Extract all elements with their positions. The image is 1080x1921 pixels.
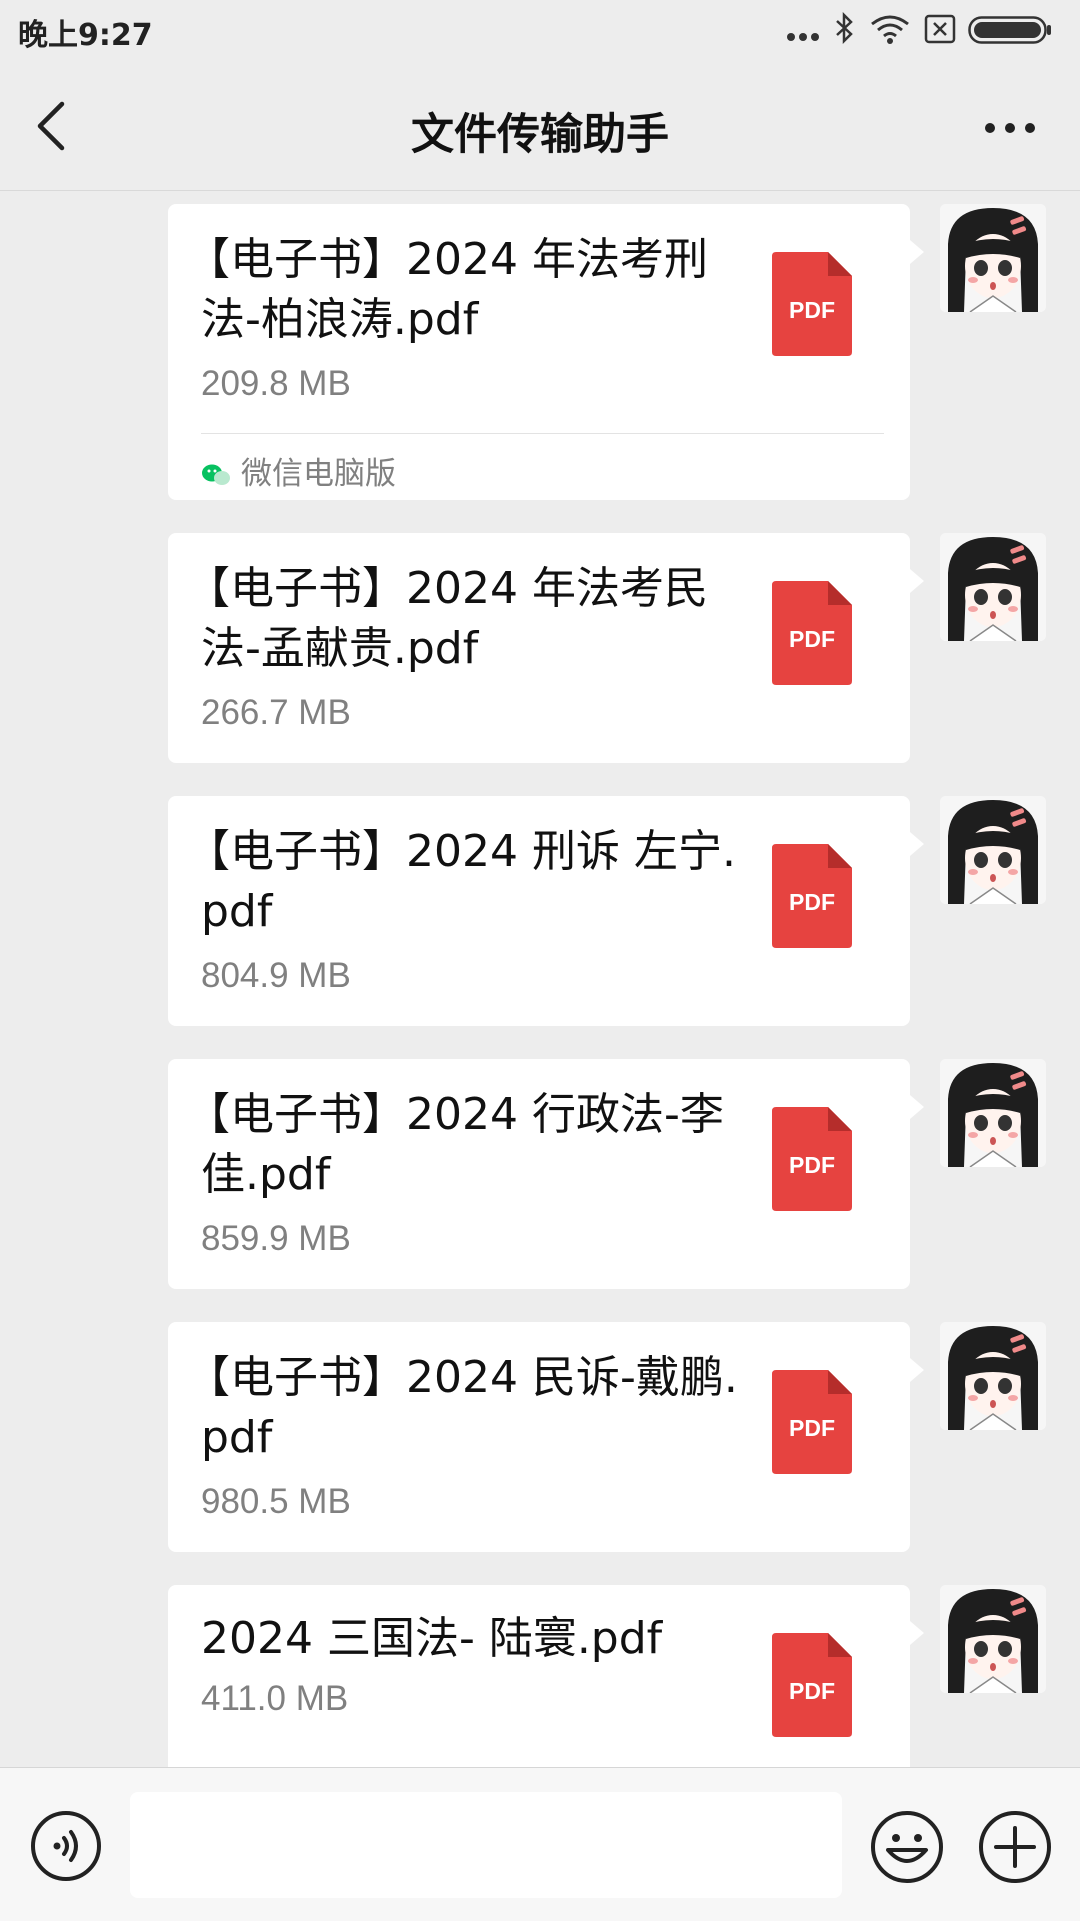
more-button[interactable] xyxy=(980,118,1040,138)
avatar[interactable] xyxy=(940,1585,1046,1693)
wifi-icon xyxy=(871,15,909,44)
file-name: 【电子书】2024 刑诉 左宁. pdf xyxy=(186,822,746,942)
avatar-girl-icon xyxy=(940,204,1046,312)
file-size: 209.8 MB xyxy=(201,364,351,403)
voice-button[interactable] xyxy=(30,1810,102,1882)
avatar-girl-icon xyxy=(940,533,1046,641)
svg-text:PDF: PDF xyxy=(789,297,835,323)
file-name-line: pdf xyxy=(201,1412,273,1463)
avatar[interactable] xyxy=(940,796,1046,904)
file-size: 980.5 MB xyxy=(201,1482,351,1521)
file-name-line: 法-孟献贵.pdf xyxy=(201,623,479,674)
svg-text:PDF: PDF xyxy=(789,889,835,915)
file-name-line: pdf xyxy=(201,886,273,937)
avatar-girl-icon xyxy=(940,1322,1046,1430)
svg-text:PDF: PDF xyxy=(789,1415,835,1441)
no-sim-icon xyxy=(924,14,956,44)
avatar-girl-icon xyxy=(940,1585,1046,1693)
title-bar: 文件传输助手 xyxy=(0,62,1080,191)
status-icons xyxy=(786,12,1066,48)
svg-text:PDF: PDF xyxy=(789,1678,835,1704)
file-message-bubble[interactable]: 2024 三国法- 陆寰.pdf 411.0 MB PDF xyxy=(168,1585,924,1767)
file-name: 【电子书】2024 年法考民 法-孟献贵.pdf xyxy=(186,559,746,679)
file-name: 【电子书】2024 民诉-戴鹏. pdf xyxy=(186,1348,746,1468)
more-dots-icon xyxy=(985,123,1035,133)
battery-icon xyxy=(968,16,1051,44)
plus-icon xyxy=(979,1811,1051,1883)
page-title: 文件传输助手 xyxy=(411,110,669,160)
more-functions-button[interactable] xyxy=(978,1810,1052,1884)
status-time: 晚上9:27 xyxy=(18,18,153,53)
avatar-girl-icon xyxy=(940,796,1046,904)
pdf-file-icon: PDF xyxy=(772,1107,852,1211)
voice-icon xyxy=(31,1811,101,1881)
source-text: 微信电脑版 xyxy=(241,456,396,492)
file-name-line: 【电子书】2024 民诉-戴鹏. xyxy=(186,1352,738,1403)
message-input[interactable] xyxy=(130,1792,842,1898)
file-name-line: 【电子书】2024 行政法-李 xyxy=(186,1089,724,1140)
dots-icon xyxy=(787,33,819,41)
svg-text:PDF: PDF xyxy=(789,626,835,652)
avatar[interactable] xyxy=(940,1322,1046,1430)
file-name: 2024 三国法- 陆寰.pdf xyxy=(201,1609,761,1669)
wechat-icon xyxy=(202,464,230,485)
file-size: 859.9 MB xyxy=(201,1219,351,1258)
file-name-line: 佳.pdf xyxy=(201,1149,331,1200)
bluetooth-icon xyxy=(836,12,853,44)
file-message-bubble[interactable]: 【电子书】2024 年法考民 法-孟献贵.pdf 266.7 MB PDF xyxy=(168,533,924,763)
avatar[interactable] xyxy=(940,533,1046,641)
pdf-file-icon: PDF xyxy=(772,252,852,356)
file-name-line: 2024 三国法- 陆寰.pdf xyxy=(201,1613,663,1664)
file-size: 411.0 MB xyxy=(201,1679,349,1718)
file-name-line: 【电子书】2024 年法考刑 xyxy=(186,234,708,285)
pdf-file-icon: PDF xyxy=(772,844,852,948)
input-bar xyxy=(0,1767,1080,1921)
pdf-file-icon: PDF xyxy=(772,581,852,685)
file-message-bubble[interactable]: 【电子书】2024 行政法-李 佳.pdf 859.9 MB PDF xyxy=(168,1059,924,1289)
avatar[interactable] xyxy=(940,1059,1046,1167)
pdf-file-icon: PDF xyxy=(772,1633,852,1737)
file-size: 266.7 MB xyxy=(201,693,351,732)
file-message-bubble[interactable]: 【电子书】2024 年法考刑 法-柏浪涛.pdf 209.8 MB PDF 微信… xyxy=(168,204,924,500)
file-message-bubble[interactable]: 【电子书】2024 民诉-戴鹏. pdf 980.5 MB PDF xyxy=(168,1322,924,1552)
avatar[interactable] xyxy=(940,204,1046,312)
pdf-file-icon: PDF xyxy=(772,1370,852,1474)
avatar-girl-icon xyxy=(940,1059,1046,1167)
file-size: 804.9 MB xyxy=(201,956,351,995)
file-name: 【电子书】2024 年法考刑 法-柏浪涛.pdf xyxy=(186,230,746,350)
file-name-line: 法-柏浪涛.pdf xyxy=(201,294,479,345)
divider xyxy=(201,433,884,434)
file-name-line: 【电子书】2024 年法考民 xyxy=(186,563,708,614)
emoji-button[interactable] xyxy=(870,1810,944,1884)
source-label: 微信电脑版 xyxy=(201,448,396,493)
status-bar: 晚上9:27 xyxy=(0,0,1080,62)
file-message-bubble[interactable]: 【电子书】2024 刑诉 左宁. pdf 804.9 MB PDF xyxy=(168,796,924,1026)
svg-text:PDF: PDF xyxy=(789,1152,835,1178)
file-name-line: 【电子书】2024 刑诉 左宁. xyxy=(186,826,736,877)
file-name: 【电子书】2024 行政法-李 佳.pdf xyxy=(186,1085,746,1205)
emoji-icon xyxy=(871,1811,943,1883)
